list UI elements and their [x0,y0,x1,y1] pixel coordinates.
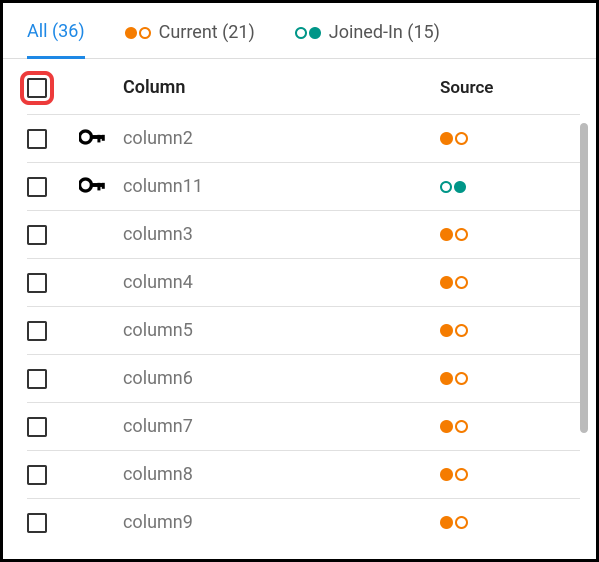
table-row: column5 [27,306,580,354]
column-name: column11 [123,176,440,197]
key-icon [79,177,105,197]
row-checkbox[interactable] [27,225,47,245]
select-all-checkbox[interactable] [27,78,47,98]
source-indicator [440,228,580,241]
dot-orange-filled-icon [440,228,453,241]
source-indicator [440,276,580,289]
header-column: Column [123,77,440,98]
table-row: column7 [27,402,580,450]
dot-orange-filled-icon [440,276,453,289]
column-name: column6 [123,368,440,389]
row-checkbox[interactable] [27,369,47,389]
tabs-bar: All (36) Current (21) Joined-In (15) [3,3,596,59]
source-indicator [440,516,580,529]
joined-dots-icon [295,27,321,39]
scrollbar[interactable] [580,123,588,433]
dot-orange-outline-icon [455,420,468,433]
dot-orange-outline-icon [455,468,468,481]
row-checkbox[interactable] [27,417,47,437]
column-name: column2 [123,128,440,149]
header-source: Source [440,78,580,98]
row-checkbox[interactable] [27,273,47,293]
dot-orange-outline-icon [455,228,468,241]
source-indicator [440,181,580,193]
source-indicator [440,420,580,433]
dot-orange-filled-icon [440,372,453,385]
dot-orange-filled-icon [440,516,453,529]
column-name: column7 [123,416,440,437]
row-checkbox[interactable] [27,129,47,149]
columns-table: Column Source column2 column11 column3 colu… [3,59,596,555]
dot-orange-filled-icon [440,468,453,481]
column-name: column4 [123,272,440,293]
tab-joined[interactable]: Joined-In (15) [295,21,440,58]
column-name: column5 [123,320,440,341]
tab-current-label: Current (21) [159,22,255,43]
tab-current[interactable]: Current (21) [125,21,255,58]
table-row: column6 [27,354,580,402]
dot-orange-outline-icon [455,516,468,529]
tab-all[interactable]: All (36) [27,21,85,59]
dot-orange-outline-icon [455,372,468,385]
table-row: column9 [27,498,580,546]
column-name: column8 [123,464,440,485]
source-indicator [440,468,580,481]
table-row: column2 [27,114,580,162]
dot-teal-outline-icon [440,181,452,193]
row-checkbox[interactable] [27,321,47,341]
dot-orange-filled-icon [440,132,453,145]
source-indicator [440,132,580,145]
dot-teal-filled-icon [454,181,466,193]
table-header-row: Column Source [27,59,580,114]
dot-orange-filled-icon [440,324,453,337]
dot-orange-outline-icon [455,276,468,289]
current-dots-icon [125,27,151,39]
source-indicator [440,372,580,385]
tab-all-label: All (36) [27,21,85,42]
row-checkbox[interactable] [27,177,47,197]
source-indicator [440,324,580,337]
column-name: column3 [123,224,440,245]
table-row: column8 [27,450,580,498]
column-name: column9 [123,512,440,533]
dot-orange-filled-icon [440,420,453,433]
tab-joined-label: Joined-In (15) [329,22,440,43]
table-row: column3 [27,210,580,258]
row-checkbox[interactable] [27,465,47,485]
row-checkbox[interactable] [27,513,47,533]
dot-orange-outline-icon [455,132,468,145]
table-row: column4 [27,258,580,306]
table-row: column11 [27,162,580,210]
key-icon [79,129,105,149]
dot-orange-outline-icon [455,324,468,337]
